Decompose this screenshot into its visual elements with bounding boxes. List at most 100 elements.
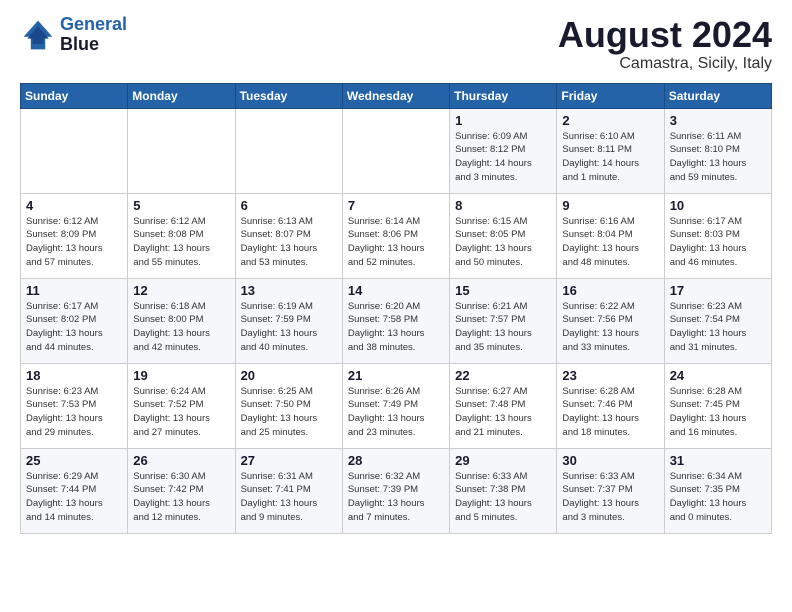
logo-line1: General <box>60 14 127 34</box>
day-number: 28 <box>348 453 444 468</box>
day-info: Sunrise: 6:29 AM Sunset: 7:44 PM Dayligh… <box>26 470 122 525</box>
day-number: 18 <box>26 368 122 383</box>
day-number: 20 <box>241 368 337 383</box>
weekday-header-monday: Monday <box>128 83 235 108</box>
day-number: 9 <box>562 198 658 213</box>
calendar-cell: 12 Sunrise: 6:18 AM Sunset: 8:00 PM Dayli… <box>128 278 235 363</box>
day-info: Sunrise: 6:30 AM Sunset: 7:42 PM Dayligh… <box>133 470 229 525</box>
calendar-cell: 24 Sunrise: 6:28 AM Sunset: 7:45 PM Dayli… <box>664 363 771 448</box>
calendar-cell: 27Sunrise: 6:31 AM Sunset: 7:41 PM Dayli… <box>235 448 342 533</box>
week-row-3: 11 Sunrise: 6:17 AM Sunset: 8:02 PM Dayli… <box>21 278 772 363</box>
calendar-table: SundayMondayTuesdayWednesdayThursdayFrid… <box>20 83 772 534</box>
calendar-cell: 14 Sunrise: 6:20 AM Sunset: 7:58 PM Dayli… <box>342 278 449 363</box>
calendar-cell: 20 Sunrise: 6:25 AM Sunset: 7:50 PM Dayli… <box>235 363 342 448</box>
calendar-cell: 16 Sunrise: 6:22 AM Sunset: 7:56 PM Dayli… <box>557 278 664 363</box>
calendar-cell: 6 Sunrise: 6:13 AM Sunset: 8:07 PM Daylig… <box>235 193 342 278</box>
day-info: Sunrise: 6:28 AM Sunset: 7:45 PM Dayligh… <box>670 385 766 440</box>
calendar-cell: 18 Sunrise: 6:23 AM Sunset: 7:53 PM Dayli… <box>21 363 128 448</box>
calendar-cell: 7 Sunrise: 6:14 AM Sunset: 8:06 PM Daylig… <box>342 193 449 278</box>
calendar-cell: 3 Sunrise: 6:11 AM Sunset: 8:10 PM Daylig… <box>664 108 771 193</box>
day-number: 11 <box>26 283 122 298</box>
day-info: Sunrise: 6:26 AM Sunset: 7:49 PM Dayligh… <box>348 385 444 440</box>
day-number: 6 <box>241 198 337 213</box>
day-number: 4 <box>26 198 122 213</box>
weekday-header-thursday: Thursday <box>450 83 557 108</box>
calendar-cell <box>128 108 235 193</box>
day-number: 12 <box>133 283 229 298</box>
calendar-cell: 19Sunrise: 6:24 AM Sunset: 7:52 PM Dayli… <box>128 363 235 448</box>
day-info: Sunrise: 6:11 AM Sunset: 8:10 PM Dayligh… <box>670 130 766 185</box>
logo: General Blue <box>20 15 127 55</box>
calendar-cell: 26 Sunrise: 6:30 AM Sunset: 7:42 PM Dayli… <box>128 448 235 533</box>
calendar-cell: 31 Sunrise: 6:34 AM Sunset: 7:35 PM Dayli… <box>664 448 771 533</box>
location: Camastra, Sicily, Italy <box>558 55 772 73</box>
calendar-cell: 8Sunrise: 6:15 AM Sunset: 8:05 PM Daylig… <box>450 193 557 278</box>
day-number: 10 <box>670 198 766 213</box>
weekday-header-wednesday: Wednesday <box>342 83 449 108</box>
calendar-cell: 9 Sunrise: 6:16 AM Sunset: 8:04 PM Daylig… <box>557 193 664 278</box>
day-info: Sunrise: 6:18 AM Sunset: 8:00 PM Dayligh… <box>133 300 229 355</box>
calendar-cell: 13 Sunrise: 6:19 AM Sunset: 7:59 PM Dayli… <box>235 278 342 363</box>
page-header: General Blue August 2024 Camastra, Sicil… <box>20 15 772 73</box>
day-number: 1 <box>455 113 551 128</box>
calendar-cell: 11 Sunrise: 6:17 AM Sunset: 8:02 PM Dayli… <box>21 278 128 363</box>
weekday-header-sunday: Sunday <box>21 83 128 108</box>
day-info: Sunrise: 6:12 AM Sunset: 8:09 PM Dayligh… <box>26 215 122 270</box>
week-row-5: 25 Sunrise: 6:29 AM Sunset: 7:44 PM Dayli… <box>21 448 772 533</box>
day-info: Sunrise: 6:21 AM Sunset: 7:57 PM Dayligh… <box>455 300 551 355</box>
day-number: 5 <box>133 198 229 213</box>
day-number: 13 <box>241 283 337 298</box>
day-number: 2 <box>562 113 658 128</box>
calendar-cell: 1Sunrise: 6:09 AM Sunset: 8:12 PM Daylig… <box>450 108 557 193</box>
day-number: 25 <box>26 453 122 468</box>
calendar-cell: 5 Sunrise: 6:12 AM Sunset: 8:08 PM Daylig… <box>128 193 235 278</box>
calendar-cell: 23 Sunrise: 6:28 AM Sunset: 7:46 PM Dayli… <box>557 363 664 448</box>
day-info: Sunrise: 6:28 AM Sunset: 7:46 PM Dayligh… <box>562 385 658 440</box>
day-info: Sunrise: 6:13 AM Sunset: 8:07 PM Dayligh… <box>241 215 337 270</box>
day-info: Sunrise: 6:32 AM Sunset: 7:39 PM Dayligh… <box>348 470 444 525</box>
week-row-1: 1Sunrise: 6:09 AM Sunset: 8:12 PM Daylig… <box>21 108 772 193</box>
day-info: Sunrise: 6:34 AM Sunset: 7:35 PM Dayligh… <box>670 470 766 525</box>
day-info: Sunrise: 6:31 AM Sunset: 7:41 PM Dayligh… <box>241 470 337 525</box>
weekday-header-saturday: Saturday <box>664 83 771 108</box>
day-info: Sunrise: 6:12 AM Sunset: 8:08 PM Dayligh… <box>133 215 229 270</box>
day-info: Sunrise: 6:22 AM Sunset: 7:56 PM Dayligh… <box>562 300 658 355</box>
day-number: 21 <box>348 368 444 383</box>
day-number: 30 <box>562 453 658 468</box>
week-row-4: 18 Sunrise: 6:23 AM Sunset: 7:53 PM Dayli… <box>21 363 772 448</box>
calendar-cell <box>235 108 342 193</box>
day-info: Sunrise: 6:10 AM Sunset: 8:11 PM Dayligh… <box>562 130 658 185</box>
day-number: 31 <box>670 453 766 468</box>
day-info: Sunrise: 6:14 AM Sunset: 8:06 PM Dayligh… <box>348 215 444 270</box>
logo-text: General Blue <box>60 15 127 55</box>
day-number: 26 <box>133 453 229 468</box>
day-info: Sunrise: 6:16 AM Sunset: 8:04 PM Dayligh… <box>562 215 658 270</box>
day-number: 14 <box>348 283 444 298</box>
calendar-cell: 4 Sunrise: 6:12 AM Sunset: 8:09 PM Daylig… <box>21 193 128 278</box>
day-info: Sunrise: 6:20 AM Sunset: 7:58 PM Dayligh… <box>348 300 444 355</box>
title-block: August 2024 Camastra, Sicily, Italy <box>558 15 772 73</box>
calendar-cell <box>21 108 128 193</box>
month-year: August 2024 <box>558 15 772 55</box>
weekday-header-friday: Friday <box>557 83 664 108</box>
day-info: Sunrise: 6:17 AM Sunset: 8:03 PM Dayligh… <box>670 215 766 270</box>
day-info: Sunrise: 6:19 AM Sunset: 7:59 PM Dayligh… <box>241 300 337 355</box>
day-info: Sunrise: 6:15 AM Sunset: 8:05 PM Dayligh… <box>455 215 551 270</box>
day-number: 7 <box>348 198 444 213</box>
calendar-cell: 29Sunrise: 6:33 AM Sunset: 7:38 PM Dayli… <box>450 448 557 533</box>
logo-icon <box>20 17 56 53</box>
calendar-cell: 17Sunrise: 6:23 AM Sunset: 7:54 PM Dayli… <box>664 278 771 363</box>
calendar-cell <box>342 108 449 193</box>
day-number: 16 <box>562 283 658 298</box>
calendar-cell: 21 Sunrise: 6:26 AM Sunset: 7:49 PM Dayli… <box>342 363 449 448</box>
day-number: 24 <box>670 368 766 383</box>
calendar-cell: 28 Sunrise: 6:32 AM Sunset: 7:39 PM Dayli… <box>342 448 449 533</box>
calendar-cell: 22Sunrise: 6:27 AM Sunset: 7:48 PM Dayli… <box>450 363 557 448</box>
logo-line2: Blue <box>60 35 127 55</box>
day-info: Sunrise: 6:23 AM Sunset: 7:53 PM Dayligh… <box>26 385 122 440</box>
calendar-cell: 2 Sunrise: 6:10 AM Sunset: 8:11 PM Daylig… <box>557 108 664 193</box>
day-info: Sunrise: 6:17 AM Sunset: 8:02 PM Dayligh… <box>26 300 122 355</box>
day-number: 23 <box>562 368 658 383</box>
day-info: Sunrise: 6:25 AM Sunset: 7:50 PM Dayligh… <box>241 385 337 440</box>
day-number: 3 <box>670 113 766 128</box>
